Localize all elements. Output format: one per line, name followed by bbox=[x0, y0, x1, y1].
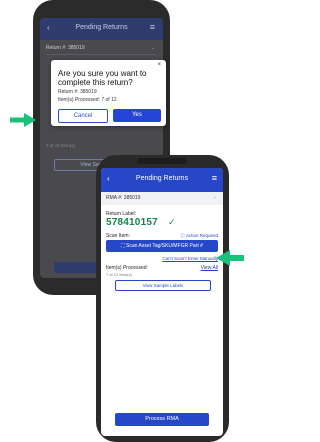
arrow-right-icon bbox=[10, 113, 36, 127]
phone-notch bbox=[137, 158, 187, 164]
action-required-text: Action Required bbox=[185, 233, 218, 238]
items-processed-label: Item(s) Processed: bbox=[106, 265, 148, 271]
header-title: Pending Returns bbox=[135, 175, 189, 182]
enter-manually-link[interactable]: Can't Scan? Enter Manually bbox=[162, 256, 218, 261]
check-icon: ✓ bbox=[168, 217, 176, 227]
arrow-left-icon bbox=[216, 250, 244, 266]
header-title: Pending Returns bbox=[75, 24, 128, 31]
rma-label: RMA #: 385019 bbox=[106, 195, 141, 201]
rma-label: Return #: 385019 bbox=[46, 45, 85, 51]
cancel-button[interactable]: Cancel bbox=[58, 109, 108, 123]
divider bbox=[46, 54, 156, 55]
scan-button[interactable]: ⛶ Scan Asset Tag/SKU/MFGR Part # bbox=[106, 240, 218, 252]
chevron-down-icon[interactable]: ⌄ bbox=[151, 45, 155, 51]
view-sample-labels-button[interactable]: View Sample Labels bbox=[115, 280, 211, 291]
close-icon[interactable]: × bbox=[157, 62, 161, 68]
screen-front: ‹ Pending Returns ≡ RMA #: 385019 ⌄ Retu… bbox=[101, 168, 223, 436]
hamburger-menu-icon[interactable]: ≡ bbox=[150, 22, 155, 32]
hamburger-menu-icon[interactable]: ≡ bbox=[212, 173, 217, 183]
scan-button-label: Scan Asset Tag/SKU/MFGR Part # bbox=[126, 243, 203, 249]
scan-item-label: Scan Item: bbox=[106, 233, 130, 239]
chevron-down-icon[interactable]: ⌄ bbox=[213, 194, 217, 200]
dialog-question: Are you sure you want to complete this r… bbox=[58, 69, 147, 87]
dialog-return-number: Return #: 385019 bbox=[58, 89, 97, 95]
items-processed-count: 7 of 12 Item(s) bbox=[46, 143, 76, 148]
return-label-number: 578410157 bbox=[106, 217, 158, 228]
process-rma-button[interactable]: Process RMA bbox=[115, 413, 209, 426]
confirm-dialog: × Are you sure you want to complete this… bbox=[51, 60, 166, 126]
action-required: ⓘ Action Required bbox=[180, 233, 218, 239]
dialog-items-processed: Item(s) Processed: 7 of 12 bbox=[58, 97, 117, 103]
items-processed-count: 7 of 12 Item(s) bbox=[106, 272, 132, 277]
yes-button[interactable]: Yes bbox=[113, 109, 161, 122]
